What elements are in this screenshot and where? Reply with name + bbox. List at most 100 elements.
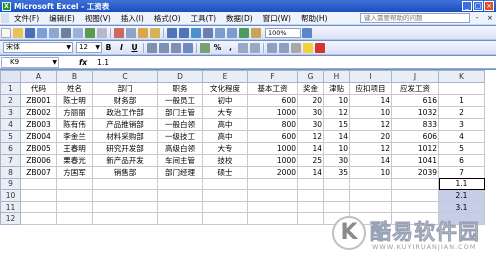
cell[interactable] (20, 212, 57, 225)
cell[interactable]: 技校 (202, 153, 248, 167)
cell[interactable]: 李金兰 (56, 129, 93, 143)
cell[interactable]: 606 (391, 129, 439, 143)
decrease-decimal-icon[interactable] (250, 42, 260, 53)
cell[interactable]: 14 (297, 141, 324, 155)
cell[interactable] (297, 200, 324, 214)
cell[interactable]: 一般白领 (157, 117, 203, 131)
column-header[interactable]: D (157, 70, 203, 83)
cell[interactable]: 15 (323, 117, 350, 131)
save-icon[interactable] (25, 27, 35, 38)
bold-button[interactable]: B (103, 43, 114, 52)
cell[interactable]: 代码 (20, 81, 57, 95)
cell[interactable] (157, 212, 203, 225)
cell[interactable]: 14 (323, 129, 350, 143)
sort-ascending-icon[interactable] (215, 27, 225, 38)
row-header[interactable]: 11 (0, 200, 21, 214)
cell[interactable]: 1000 (247, 105, 298, 119)
font-name-select[interactable]: 宋体 ▼ (3, 42, 73, 53)
cell[interactable]: 6 (438, 153, 485, 167)
cell[interactable]: 基本工资 (247, 81, 298, 95)
cell[interactable] (323, 200, 350, 214)
font-color-icon[interactable] (315, 42, 325, 53)
paste-icon[interactable] (138, 27, 148, 38)
column-header[interactable]: A (20, 70, 57, 83)
cell[interactable] (56, 177, 93, 191)
cell[interactable]: 方国军 (56, 165, 93, 179)
cell[interactable]: 津贴 (323, 81, 350, 95)
cell[interactable]: 4 (438, 129, 485, 143)
cell[interactable]: 10 (323, 141, 350, 155)
column-header[interactable]: E (202, 70, 248, 83)
cell[interactable] (92, 189, 158, 202)
cell[interactable]: 10 (349, 105, 392, 119)
cell[interactable]: 800 (247, 117, 298, 131)
cell[interactable] (202, 200, 248, 214)
menu-view[interactable]: 视图(V) (80, 13, 116, 24)
cell[interactable]: 20 (297, 93, 324, 107)
cell[interactable]: 833 (391, 117, 439, 131)
cell[interactable] (247, 177, 298, 191)
row-header[interactable]: 7 (0, 153, 21, 167)
column-header[interactable]: I (349, 70, 392, 83)
cell[interactable]: 10 (323, 93, 350, 107)
cell[interactable]: 1000 (247, 141, 298, 155)
new-icon[interactable] (1, 27, 11, 38)
menu-tools[interactable]: 工具(T) (186, 13, 221, 24)
sort-descending-icon[interactable] (227, 27, 237, 38)
name-box[interactable]: K9 ▼ (1, 56, 59, 68)
cell[interactable] (323, 189, 350, 202)
underline-button[interactable]: U (129, 43, 140, 52)
formula-input[interactable]: 1.1 (97, 58, 109, 67)
insert-function-icon[interactable]: fx (79, 58, 87, 67)
cell[interactable]: 陈有伟 (56, 117, 93, 131)
cell[interactable] (20, 189, 57, 202)
cell[interactable]: 30 (297, 105, 324, 119)
cell[interactable]: 部门经理 (157, 165, 203, 179)
menu-help[interactable]: 帮助(H) (296, 13, 333, 24)
cell[interactable]: 陈士明 (56, 93, 93, 107)
cell[interactable] (20, 177, 57, 191)
cell[interactable]: 部门主管 (157, 105, 203, 119)
menu-format[interactable]: 格式(O) (149, 13, 186, 24)
cell[interactable]: ZB003 (20, 117, 57, 131)
increase-indent-icon[interactable] (279, 42, 289, 53)
active-cell[interactable]: 1.1 (438, 177, 485, 191)
menu-file[interactable]: 文件(F) (9, 13, 44, 24)
cell[interactable] (391, 189, 439, 202)
workbook-minimize-button[interactable]: - (476, 14, 479, 22)
cell[interactable]: 高中 (202, 117, 248, 131)
cell[interactable]: 600 (247, 129, 298, 143)
row-header[interactable]: 9 (0, 177, 21, 191)
cell[interactable]: 高级白领 (157, 141, 203, 155)
cell[interactable] (202, 212, 248, 225)
row-header[interactable]: 12 (0, 212, 21, 225)
cell[interactable]: 高中 (202, 129, 248, 143)
row-header[interactable]: 6 (0, 141, 21, 155)
cell[interactable] (297, 177, 324, 191)
cell[interactable]: 大专 (202, 105, 248, 119)
comma-style-button[interactable]: , (225, 43, 236, 52)
cell[interactable]: 2.1 (438, 189, 485, 202)
merge-center-icon[interactable] (183, 42, 193, 53)
cell[interactable]: 12 (297, 129, 324, 143)
cell[interactable] (202, 189, 248, 202)
cell[interactable]: ZB001 (20, 93, 57, 107)
format-painter-icon[interactable] (150, 27, 160, 38)
column-header[interactable]: H (323, 70, 350, 83)
help-icon[interactable] (302, 27, 312, 38)
cell[interactable]: 12 (323, 105, 350, 119)
excel-app-icon[interactable]: X (2, 1, 11, 11)
cell[interactable]: 政治工作部 (92, 105, 158, 119)
cell[interactable]: 35 (323, 165, 350, 179)
cell[interactable] (157, 189, 203, 202)
cell[interactable]: 1041 (391, 153, 439, 167)
cell[interactable]: ZB007 (20, 165, 57, 179)
hyperlink-icon[interactable] (191, 27, 201, 38)
print-icon[interactable] (61, 27, 71, 38)
cell[interactable] (202, 177, 248, 191)
cell[interactable]: 初中 (202, 93, 248, 107)
menu-window[interactable]: 窗口(W) (258, 13, 296, 24)
cell[interactable]: ZB006 (20, 153, 57, 167)
cell[interactable] (157, 200, 203, 214)
cell[interactable]: 应发工资 (391, 81, 439, 95)
